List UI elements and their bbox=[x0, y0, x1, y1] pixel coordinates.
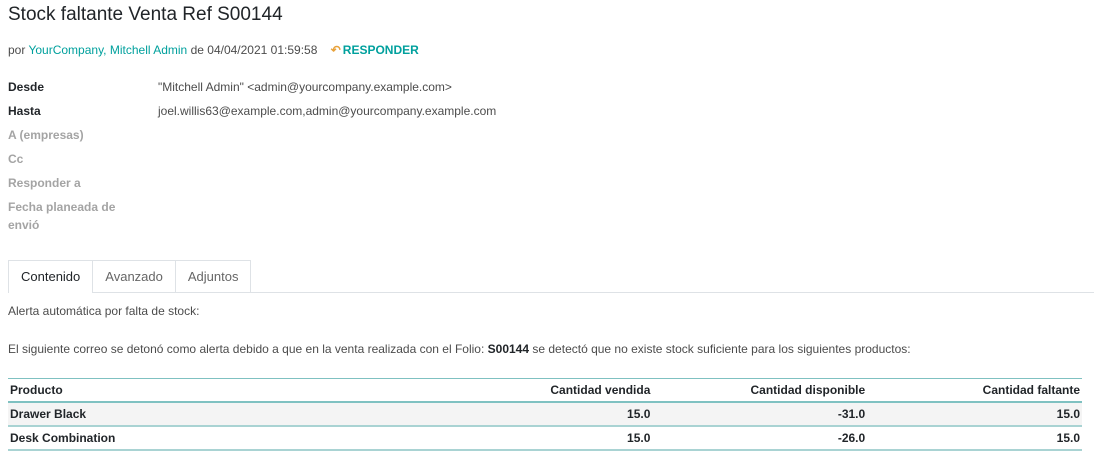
body-line-1: Alerta automática por falta de stock: bbox=[8, 304, 200, 318]
table-cell: -31.0 bbox=[837, 407, 866, 421]
stock-table: Producto Cantidad vendida Cantidad dispo… bbox=[8, 378, 1082, 451]
table-row: Desk Combination 15.0 -26.0 15.0 bbox=[8, 426, 1082, 450]
reply-label: RESPONDER bbox=[342, 43, 419, 57]
field-empresas: A (empresas) bbox=[8, 126, 496, 150]
reply-icon: ↶ bbox=[330, 43, 341, 57]
table-cell: 15.0 bbox=[627, 407, 651, 421]
table-cell: 15.0 bbox=[1056, 431, 1080, 445]
table-cell: Drawer Black bbox=[10, 407, 87, 421]
field-cc: Cc bbox=[8, 150, 496, 174]
byline-date-prefix: de bbox=[190, 43, 204, 57]
column-header: Cantidad faltante bbox=[982, 383, 1080, 397]
field-responder: Responder a bbox=[8, 174, 496, 198]
page-title: Stock faltante Venta Ref S00144 bbox=[8, 4, 283, 25]
field-label: Responder a bbox=[8, 176, 81, 190]
reply-button[interactable]: ↶ RESPONDER bbox=[331, 43, 419, 57]
tab-adjuntos[interactable]: Adjuntos bbox=[174, 260, 252, 292]
field-label: A (empresas) bbox=[8, 128, 84, 142]
message-fields: Desde "Mitchell Admin" <admin@yourcompan… bbox=[8, 78, 496, 234]
field-label: Hasta bbox=[8, 104, 41, 118]
table-cell: 15.0 bbox=[1056, 407, 1080, 421]
tab-avanzado[interactable]: Avanzado bbox=[92, 260, 176, 292]
field-value: joel.willis63@example.com,admin@yourcomp… bbox=[158, 104, 497, 118]
field-fecha: Fecha planeada de envió bbox=[8, 198, 496, 234]
byline-prefix: por bbox=[8, 43, 26, 57]
body-text-after: se detectó que no existe stock suficient… bbox=[532, 342, 911, 356]
field-label: Fecha planeada de envió bbox=[8, 200, 116, 232]
column-header: Cantidad vendida bbox=[550, 383, 651, 397]
body-text-before: El siguiente correo se detonó como alert… bbox=[8, 342, 485, 356]
field-desde: Desde "Mitchell Admin" <admin@yourcompan… bbox=[8, 78, 496, 102]
tab-bar: Contenido Avanzado Adjuntos bbox=[8, 260, 1094, 293]
tab-contenido[interactable]: Contenido bbox=[8, 260, 94, 293]
column-header: Producto bbox=[10, 383, 63, 397]
field-hasta: Hasta joel.willis63@example.com,admin@yo… bbox=[8, 102, 496, 126]
table-cell: Desk Combination bbox=[10, 431, 116, 445]
table-cell: -26.0 bbox=[837, 431, 866, 445]
folio-ref: S00144 bbox=[487, 342, 530, 356]
author-link[interactable]: YourCompany, Mitchell Admin bbox=[28, 43, 187, 57]
message-body: Alerta automática por falta de stock: El… bbox=[8, 304, 1082, 356]
table-cell: 15.0 bbox=[627, 431, 651, 445]
message-date: 04/04/2021 01:59:58 bbox=[207, 43, 318, 57]
field-value: "Mitchell Admin" <admin@yourcompany.exam… bbox=[158, 80, 452, 94]
field-label: Desde bbox=[8, 80, 45, 94]
message-byline: por YourCompany, Mitchell Admin de 04/04… bbox=[8, 43, 419, 57]
field-label: Cc bbox=[8, 152, 24, 166]
column-header: Cantidad disponible bbox=[750, 383, 866, 397]
body-line-2: El siguiente correo se detonó como alert… bbox=[8, 342, 911, 356]
table-row: Drawer Black 15.0 -31.0 15.0 bbox=[8, 402, 1082, 426]
table-header-row: Producto Cantidad vendida Cantidad dispo… bbox=[8, 378, 1082, 402]
